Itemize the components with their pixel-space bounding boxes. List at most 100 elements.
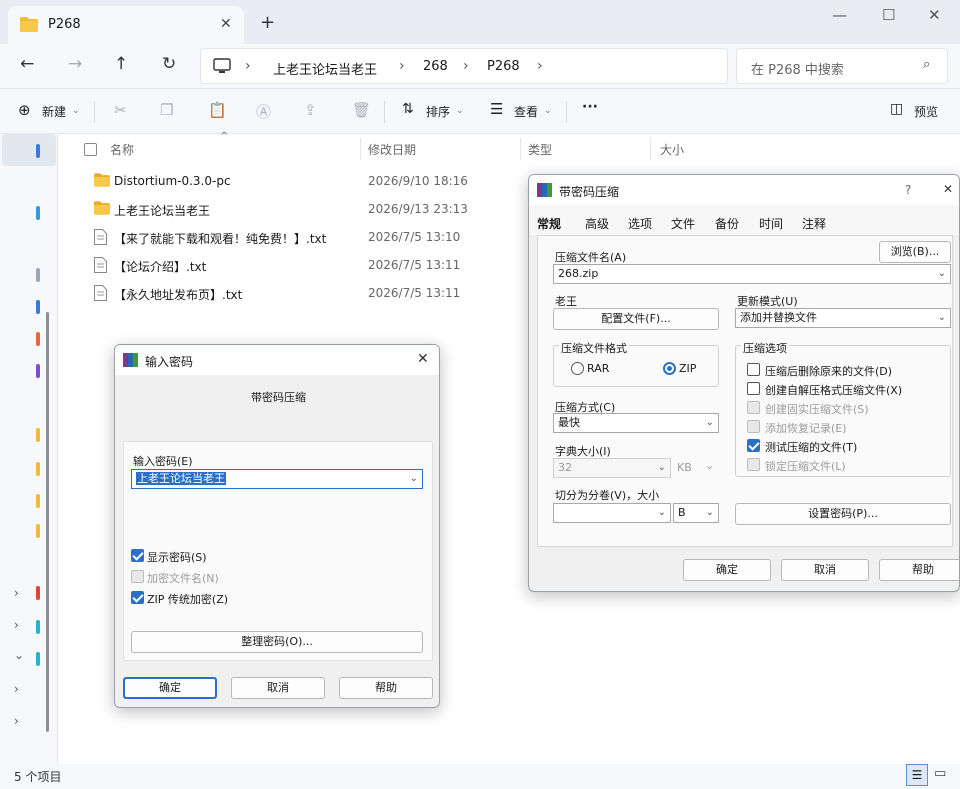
close-tab-icon[interactable]: ✕ xyxy=(220,16,232,32)
breadcrumb-item[interactable]: 268 xyxy=(423,59,448,74)
tab-comment[interactable]: 注释 xyxy=(802,215,826,232)
tab-general[interactable]: 常规 xyxy=(537,215,561,232)
status-bar: 5 个项目 ☰ ▭ xyxy=(0,764,960,789)
zip-legacy-checkbox[interactable] xyxy=(131,591,144,604)
sort-button[interactable]: 排序 xyxy=(426,103,450,120)
help-button[interactable]: 帮助 xyxy=(339,677,433,699)
refresh-icon[interactable]: ↻ xyxy=(162,54,176,74)
minimize-button[interactable]: — xyxy=(832,6,847,24)
chevron-down-icon[interactable]: ⌄ xyxy=(14,648,24,662)
option-checkbox[interactable] xyxy=(747,458,760,471)
breadcrumb-item[interactable]: P268 xyxy=(487,59,520,74)
column-header-size[interactable]: 大小 xyxy=(660,141,684,158)
column-header-name[interactable]: 名称 xyxy=(110,141,134,158)
file-row[interactable]: 上老王论坛当老王 2026/9/13 23:13 xyxy=(88,196,528,222)
back-arrow-icon[interactable]: ← xyxy=(20,54,34,74)
chevron-right-icon[interactable]: › xyxy=(14,682,19,696)
dictionary-select[interactable]: 32 ⌄ xyxy=(553,458,671,478)
new-tab-button[interactable]: + xyxy=(260,12,275,33)
help-button[interactable]: 帮助 xyxy=(879,559,959,581)
option-label: 创建自解压格式压缩文件(X) xyxy=(765,384,903,397)
help-icon[interactable]: ? xyxy=(905,183,911,197)
close-icon[interactable]: ✕ xyxy=(417,351,429,367)
option-checkbox[interactable] xyxy=(747,382,760,395)
option-checkbox[interactable] xyxy=(747,363,760,376)
file-date: 2026/9/13 23:13 xyxy=(368,202,468,216)
column-header-type[interactable]: 类型 xyxy=(528,141,552,158)
split-size-field[interactable]: ⌄ xyxy=(553,503,671,523)
preview-button[interactable]: 预览 xyxy=(914,103,938,120)
archive-name-field[interactable]: 268.zip ⌄ xyxy=(553,264,951,284)
option-label: 创建固实压缩文件(S) xyxy=(765,403,869,416)
tab-files[interactable]: 文件 xyxy=(671,215,695,232)
nav-scrollbar[interactable] xyxy=(46,312,49,732)
select-all-checkbox[interactable] xyxy=(84,143,97,156)
file-row[interactable]: 【论坛介绍】.txt 2026/7/5 13:11 xyxy=(88,252,528,278)
tiles-view-icon[interactable]: ▭ xyxy=(934,766,946,781)
tab-backup[interactable]: 备份 xyxy=(715,215,739,232)
chevron-down-icon: ⌄ xyxy=(657,462,666,473)
option-checkbox[interactable] xyxy=(747,420,760,433)
more-button[interactable]: ··· xyxy=(582,99,598,115)
nav-item-selected[interactable] xyxy=(2,134,56,166)
tab-advanced[interactable]: 高级 xyxy=(585,215,609,232)
chevron-right-icon[interactable]: › xyxy=(14,714,19,728)
cancel-button[interactable]: 取消 xyxy=(231,677,325,699)
share-icon[interactable]: ⇪ xyxy=(304,101,317,119)
chevron-right-icon[interactable]: › xyxy=(14,586,19,600)
format-zip-radio[interactable] xyxy=(663,362,676,375)
address-row: ← → ↑ ↻ › 上老王论坛当老王 › 268 › P268 › 在 P268… xyxy=(0,44,960,88)
encrypt-names-checkbox[interactable] xyxy=(131,570,144,583)
method-select[interactable]: 最快 ⌄ xyxy=(553,413,719,433)
option-checkbox[interactable] xyxy=(747,401,760,414)
up-arrow-icon[interactable]: ↑ xyxy=(114,54,128,74)
copy-icon[interactable]: ❐ xyxy=(160,101,173,119)
file-date: 2026/7/5 13:11 xyxy=(368,286,461,300)
paste-icon[interactable]: 📋 xyxy=(208,101,227,119)
search-input[interactable]: 在 P268 中搜索 ⌕ xyxy=(736,48,948,84)
tab-p268[interactable]: P268 ✕ xyxy=(8,6,244,44)
item-count: 5 个项目 xyxy=(14,770,62,784)
address-bar[interactable]: › 上老王论坛当老王 › 268 › P268 › xyxy=(200,48,728,84)
cut-icon[interactable]: ✂ xyxy=(114,101,127,119)
option-checkbox[interactable] xyxy=(747,439,760,452)
password-value: 上老王论坛当老王 xyxy=(136,472,226,485)
new-button[interactable]: 新建 xyxy=(42,103,66,120)
browse-button[interactable]: 浏览(B)... xyxy=(879,241,951,263)
ok-button[interactable]: 确定 xyxy=(683,559,771,581)
file-row[interactable]: 【来了就能下载和观看！纯免费！】.txt 2026/7/5 13:10 xyxy=(88,224,528,250)
cancel-button[interactable]: 取消 xyxy=(781,559,869,581)
tab-time[interactable]: 时间 xyxy=(759,215,783,232)
tab-options[interactable]: 选项 xyxy=(628,215,652,232)
chevron-right-icon[interactable]: › xyxy=(14,618,19,632)
maximize-button[interactable]: ☐ xyxy=(882,6,895,24)
column-header-date[interactable]: 修改日期 xyxy=(368,141,416,158)
column-divider[interactable] xyxy=(520,138,521,160)
breadcrumb-item[interactable]: 上老王论坛当老王 xyxy=(273,59,377,78)
update-mode-label: 更新模式(U) xyxy=(737,295,798,308)
file-row[interactable]: Distortium-0.3.0-pc 2026/9/10 18:16 xyxy=(88,168,528,194)
organize-passwords-button[interactable]: 整理密码(O)... xyxy=(131,631,423,653)
show-password-checkbox[interactable] xyxy=(131,549,144,562)
tab-title: P268 xyxy=(48,17,81,32)
view-button[interactable]: 查看 xyxy=(514,103,538,120)
rename-icon[interactable]: Ⓐ xyxy=(256,101,271,122)
file-row[interactable]: 【永久地址发布页】.txt 2026/7/5 13:11 xyxy=(88,280,528,306)
delete-icon[interactable]: 🗑 xyxy=(352,101,371,119)
details-view-icon[interactable]: ☰ xyxy=(906,764,928,786)
column-divider[interactable] xyxy=(650,138,651,160)
profile-button[interactable]: 配置文件(F)... xyxy=(553,308,719,330)
nav-item-marker xyxy=(36,620,40,634)
update-mode-select[interactable]: 添加并替换文件 ⌄ xyxy=(735,308,951,328)
column-divider[interactable] xyxy=(360,138,361,160)
format-rar-radio[interactable] xyxy=(571,362,584,375)
split-unit-select[interactable]: B ⌄ xyxy=(673,503,719,523)
dialog-titlebar: 带密码压缩 ? ✕ xyxy=(529,175,959,205)
set-password-button[interactable]: 设置密码(P)... xyxy=(735,503,951,525)
close-icon[interactable]: ✕ xyxy=(943,182,953,196)
password-input[interactable]: 上老王论坛当老王 ⌄ xyxy=(131,469,423,489)
chevron-right-icon: › xyxy=(245,58,251,74)
close-window-button[interactable]: ✕ xyxy=(928,6,941,24)
ok-button[interactable]: 确定 xyxy=(123,677,217,699)
forward-arrow-icon[interactable]: → xyxy=(68,54,82,74)
